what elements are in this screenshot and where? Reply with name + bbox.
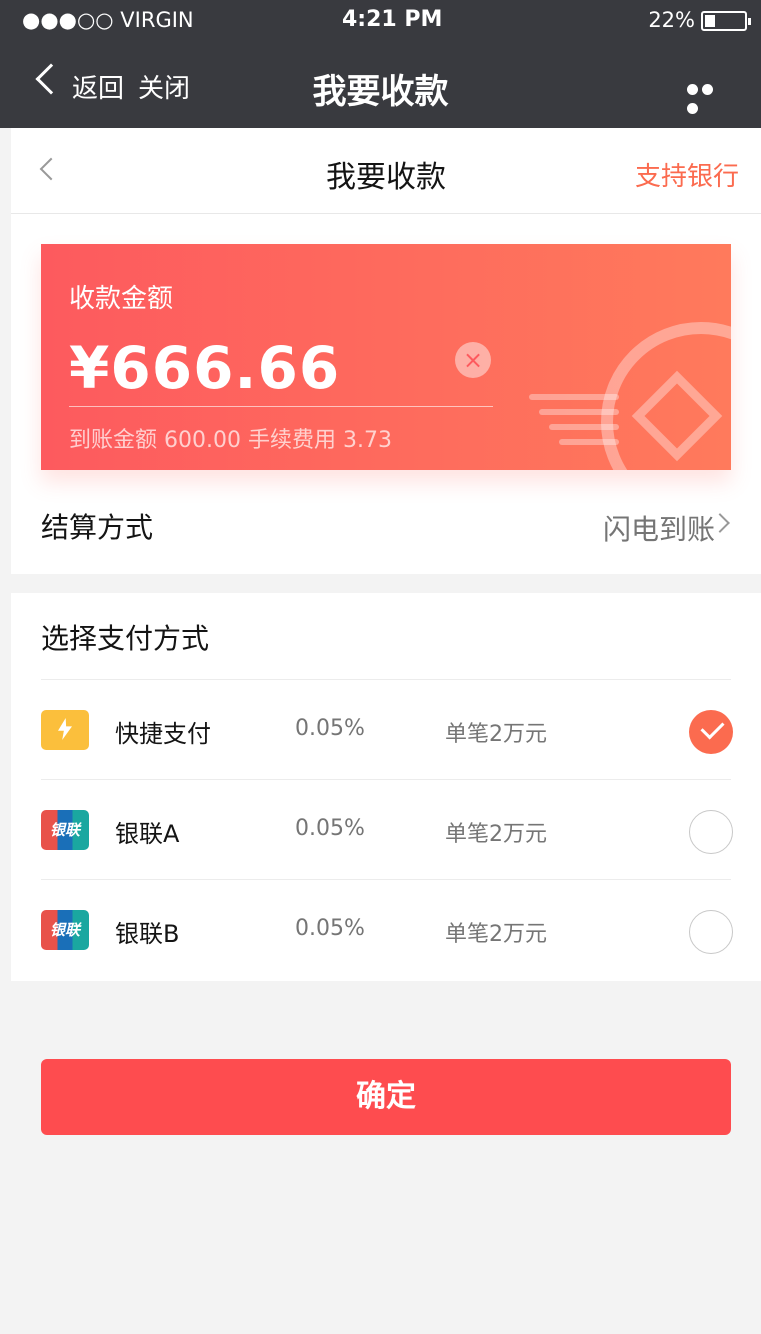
method-name: 银联A	[115, 820, 180, 848]
battery-icon	[701, 11, 751, 31]
confirm-button[interactable]: 确定	[41, 1059, 731, 1135]
payment-method-panel: 选择支付方式 快捷支付 0.05% 单笔2万元 银联 银联A 0.05% 单笔2…	[11, 593, 761, 981]
method-name: 快捷支付	[115, 720, 211, 748]
payment-section-title: 选择支付方式	[41, 622, 210, 655]
radio-checked-icon[interactable]	[689, 710, 733, 754]
page-header: 我要收款 支持银行	[11, 128, 761, 214]
payment-method-unionpay-b[interactable]: 银联 银联B 0.05% 单笔2万元	[41, 879, 733, 979]
amount-card: 收款金额 ¥666.66 × 到账金额 600.00 手续费用 3.73	[41, 244, 731, 470]
amount-section: 收款金额 ¥666.66 × 到账金额 600.00 手续费用 3.73 结算方…	[11, 214, 761, 574]
method-fee: 0.05%	[295, 716, 365, 741]
method-fee: 0.05%	[295, 816, 365, 841]
settlement-value[interactable]: 闪电到账	[603, 508, 715, 548]
wechat-top-bar: ●●●○○ VIRGIN 4:21 PM 22% 返回 关闭 我要收款	[0, 0, 761, 128]
clock-text: 4:21 PM	[342, 7, 443, 32]
method-limit: 单笔2万元	[445, 922, 547, 947]
settlement-label: 结算方式	[41, 511, 154, 544]
battery-text: 22%	[648, 8, 695, 32]
payment-method-quickpay[interactable]: 快捷支付 0.05% 单笔2万元	[41, 679, 733, 779]
wechat-title: 我要收款	[312, 72, 449, 112]
amount-label: 收款金额	[69, 284, 174, 314]
wechat-nav-row: 返回 关闭 我要收款	[0, 50, 761, 120]
page: 我要收款 支持银行 收款金额 ¥666.66 × 到账金额 600.00 手续费…	[11, 128, 761, 1334]
received-amount-text: 到账金额 600.00 手续费用 3.73	[69, 428, 392, 453]
radio-unchecked-icon[interactable]	[689, 810, 733, 854]
flash-card-icon	[41, 710, 89, 750]
more-icon[interactable]	[687, 80, 731, 114]
payment-method-unionpay-a[interactable]: 银联 银联A 0.05% 单笔2万元	[41, 779, 733, 879]
method-limit: 单笔2万元	[445, 822, 547, 847]
amount-input[interactable]: ¥666.66	[69, 334, 340, 402]
unionpay-icon: 银联	[41, 910, 89, 950]
carrier-text: ●●●○○ VIRGIN	[22, 8, 194, 32]
supported-banks-link[interactable]: 支持银行	[635, 156, 739, 193]
method-name: 银联B	[115, 920, 180, 948]
status-bar: ●●●○○ VIRGIN 4:21 PM 22%	[0, 0, 761, 40]
radio-unchecked-icon[interactable]	[689, 910, 733, 954]
unionpay-icon: 银联	[41, 810, 89, 850]
method-fee: 0.05%	[295, 916, 365, 941]
method-limit: 单笔2万元	[445, 722, 547, 747]
amount-divider	[69, 406, 493, 407]
clear-icon[interactable]: ×	[455, 342, 491, 378]
